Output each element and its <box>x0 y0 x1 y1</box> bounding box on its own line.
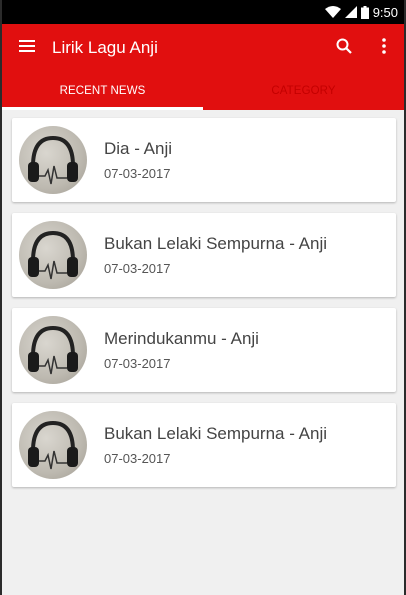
status-time: 9:50 <box>372 4 398 20</box>
headphones-icon <box>19 126 87 194</box>
post-date: 07-03-2017 <box>104 356 171 371</box>
post-card[interactable]: Bukan Lelaki Sempurna - Anji 07-03-2017 <box>12 403 396 487</box>
battery-icon <box>360 5 369 19</box>
post-date: 07-03-2017 <box>104 166 171 181</box>
more-vert-icon <box>382 37 386 59</box>
menu-button[interactable] <box>2 24 52 72</box>
headphones-icon <box>19 221 87 289</box>
post-date: 07-03-2017 <box>104 261 171 276</box>
tab-recent-news[interactable]: RECENT NEWS <box>2 72 203 110</box>
post-card[interactable]: Dia - Anji 07-03-2017 <box>12 118 396 202</box>
search-button[interactable] <box>324 24 364 72</box>
signal-icon <box>344 6 357 18</box>
post-list: Dia - Anji 07-03-2017 Bukan Lelaki Sempu… <box>2 110 404 487</box>
app-screen: 9:50 Lirik Lagu Anji RECENT NEWS CATEGOR… <box>2 0 404 595</box>
wifi-icon <box>324 6 341 18</box>
tab-indicator <box>2 107 203 110</box>
post-card[interactable]: Merindukanmu - Anji 07-03-2017 <box>12 308 396 392</box>
menu-icon <box>19 39 35 57</box>
post-title: Bukan Lelaki Sempurna - Anji <box>104 424 328 443</box>
post-card[interactable]: Bukan Lelaki Sempurna - Anji 07-03-2017 <box>12 213 396 297</box>
tab-category[interactable]: CATEGORY <box>203 72 404 110</box>
post-title: Dia - Anji <box>104 139 173 158</box>
headphones-icon <box>19 316 87 384</box>
post-title: Bukan Lelaki Sempurna - Anji <box>104 234 328 253</box>
tab-bar: RECENT NEWS CATEGORY <box>2 72 404 110</box>
post-date: 07-03-2017 <box>104 451 171 466</box>
app-title: Lirik Lagu Anji <box>52 38 158 57</box>
more-options-button[interactable] <box>364 24 404 72</box>
headphones-icon <box>19 411 87 479</box>
status-bar: 9:50 <box>2 0 404 24</box>
post-title: Merindukanmu - Anji <box>104 329 259 348</box>
search-icon <box>336 38 352 59</box>
app-bar: Lirik Lagu Anji <box>2 24 404 72</box>
